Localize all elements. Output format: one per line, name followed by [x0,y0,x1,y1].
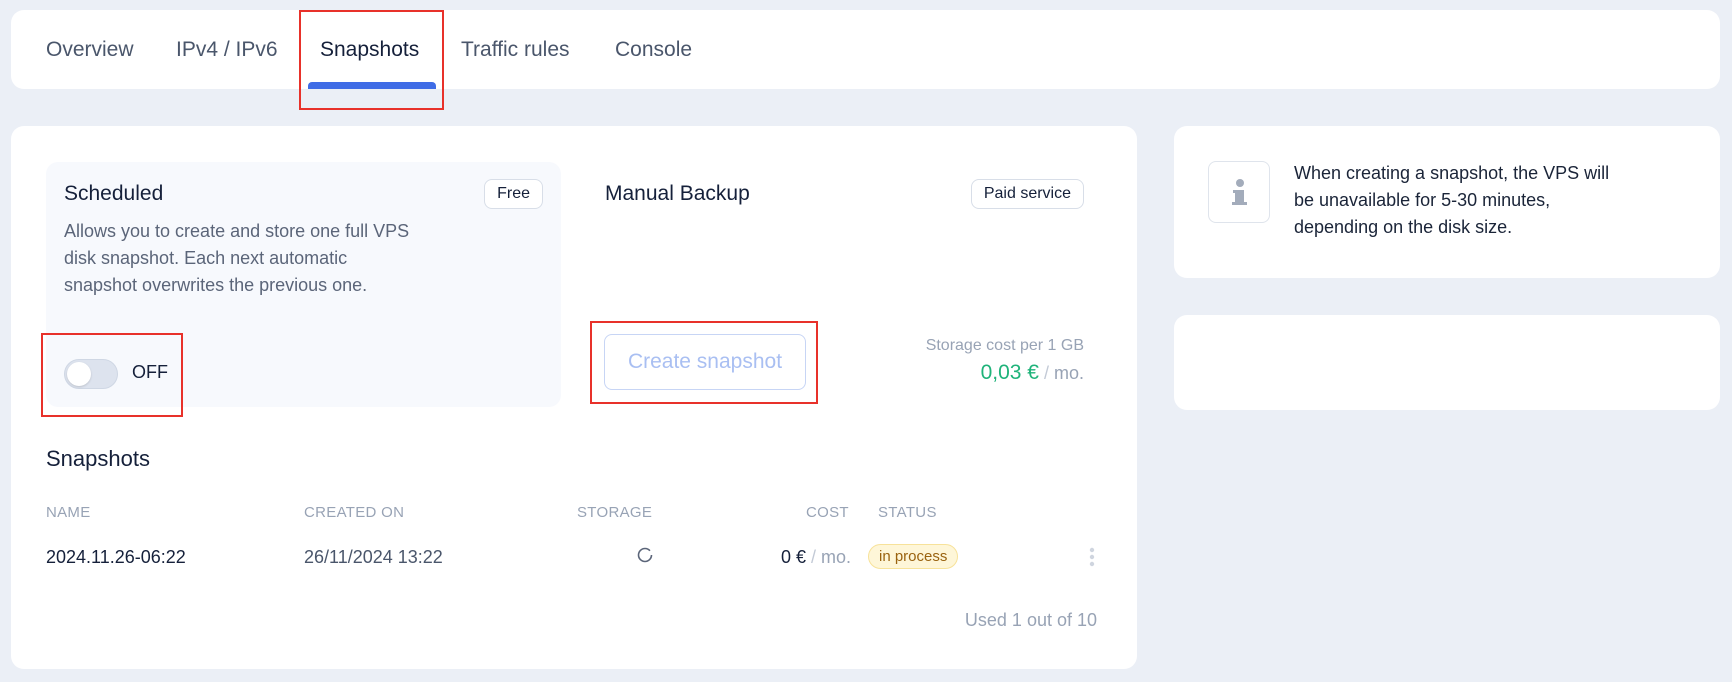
tab-overview[interactable]: Overview [46,38,134,62]
info-card: When creating a snapshot, the VPS will b… [1174,126,1720,278]
status-badge: in process [868,544,959,569]
scheduled-title: Scheduled [64,182,164,205]
paid-service-badge: Paid service [970,179,1084,209]
tab-ipv4-ipv6[interactable]: IPv4 / IPv6 [176,38,278,62]
scheduled-description: Allows you to create and store one full … [64,221,410,295]
column-header-cost: COST [806,504,849,521]
column-header-status: STATUS [878,504,937,521]
snapshot-cost-unit: mo. [821,547,852,567]
manual-backup-title: Manual Backup [605,182,750,205]
snapshot-created-on: 26/11/2024 13:22 [304,547,443,567]
snapshots-title: Snapshots [46,446,150,471]
highlight-box-tab [299,10,444,110]
loading-spinner-icon [637,547,653,563]
tab-traffic-rules[interactable]: Traffic rules [461,38,570,62]
column-header-name: NAME [46,504,91,521]
snapshot-cost-value: 0 € [781,547,807,567]
column-header-storage: STORAGE [577,504,653,521]
storage-cost-unit: mo. [1053,363,1084,383]
info-text: When creating a snapshot, the VPS will b… [1294,163,1610,237]
column-header-created-on: CREATED ON [304,504,405,521]
usage-count: Used 1 out of 10 [964,610,1097,630]
info-icon [1208,161,1270,223]
highlight-box-toggle [41,333,183,417]
storage-cost-value: 0,03 € [980,361,1039,384]
tab-console[interactable]: Console [615,38,692,62]
snapshot-name: 2024.11.26-06:22 [46,547,186,567]
tab-bar: Overview IPv4 / IPv6 Snapshots Traffic r… [11,10,1720,89]
storage-cost-label: Storage cost per 1 GB [925,337,1084,354]
empty-card [1174,315,1720,410]
storage-cost: 0,03 € / mo. [980,361,1084,384]
highlight-box-create [590,321,818,404]
more-options-icon[interactable] [1089,547,1095,567]
snapshot-cost: 0 € / mo. [781,547,852,567]
free-badge: Free [484,179,543,209]
